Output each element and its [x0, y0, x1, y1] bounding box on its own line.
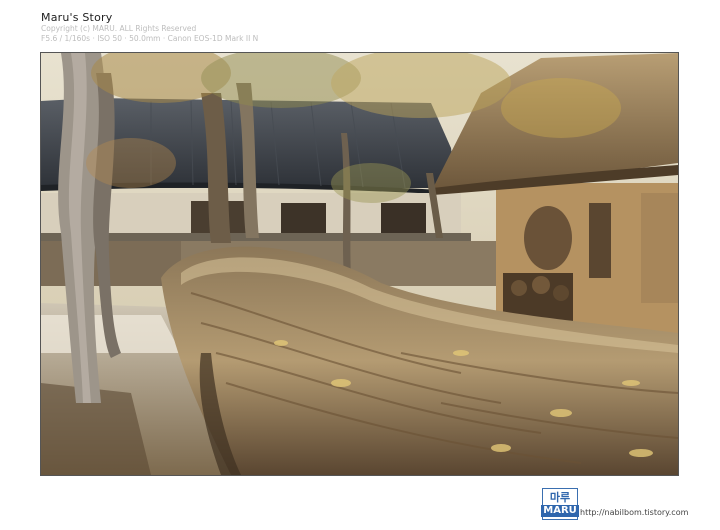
logo-korean-text: 마루: [549, 490, 571, 504]
photo-header: Maru's Story Copyright (c) MARU. ALL Rig…: [41, 11, 258, 44]
copyright-text: Copyright (c) MARU. ALL Rights Reserved: [41, 24, 197, 33]
logo-english-text: MARU: [541, 504, 579, 517]
blog-url[interactable]: http://nabilbom.tistory.com: [580, 508, 688, 517]
maru-logo: 마루 MARU: [541, 488, 579, 520]
photo-footer: 마루 MARU http://nabilbom.tistory.com: [541, 488, 688, 520]
photo: [40, 52, 679, 476]
photo-scene: [41, 53, 678, 475]
blog-title: Maru's Story: [41, 11, 113, 24]
exif-text: F5.6 / 1/160s · ISO 50 · 50.0mm · Canon …: [41, 34, 259, 43]
